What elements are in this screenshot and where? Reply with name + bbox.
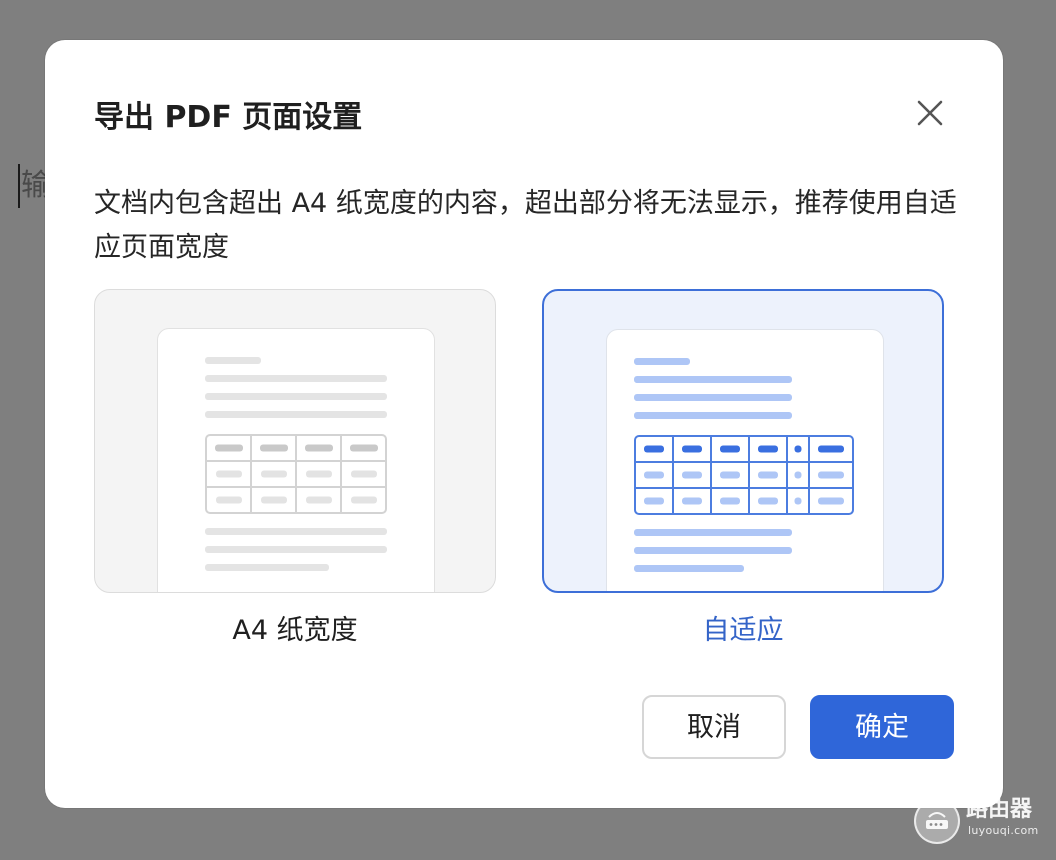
watermark-url: luyouqi.com: [968, 824, 1039, 837]
preview-heading-line: [634, 358, 690, 365]
preview-table: [205, 434, 387, 514]
option-card-adaptive[interactable]: [542, 289, 944, 593]
option-label-a4-width[interactable]: A4 纸宽度: [94, 612, 496, 650]
preview-text-line: [634, 547, 792, 554]
cancel-button[interactable]: 取消: [642, 695, 786, 759]
watermark: 路由器 luyouqi.com: [914, 796, 1046, 846]
option-label-adaptive[interactable]: 自适应: [542, 612, 944, 650]
export-pdf-dialog: 导出 PDF 页面设置 文档内包含超出 A4 纸宽度的内容，超出部分将无法显示，…: [45, 40, 1003, 808]
close-icon: [917, 100, 943, 126]
dialog-title: 导出 PDF 页面设置: [94, 100, 363, 135]
text-caret: [18, 164, 20, 208]
preview-text-line: [634, 412, 792, 419]
option-card-a4-width[interactable]: [94, 289, 496, 593]
preview-text-line: [205, 546, 387, 553]
dialog-message: 文档内包含超出 A4 纸宽度的内容，超出部分将无法显示，推荐使用自适应页面宽度: [94, 188, 957, 263]
close-button[interactable]: [909, 92, 951, 134]
preview-text-line: [205, 375, 387, 382]
preview-text-line: [205, 393, 387, 400]
page-preview-adaptive: [606, 329, 884, 591]
page-preview-a4: [157, 328, 435, 592]
preview-text-line: [634, 529, 792, 536]
preview-table: [634, 435, 854, 515]
preview-text-line: [634, 565, 744, 572]
preview-text-line: [634, 376, 792, 383]
preview-text-line: [205, 528, 387, 535]
preview-text-line: [634, 394, 792, 401]
watermark-title: 路由器: [966, 797, 1033, 822]
router-logo-icon: [914, 798, 960, 844]
preview-heading-line: [205, 357, 261, 364]
preview-text-line: [205, 564, 329, 571]
confirm-button[interactable]: 确定: [810, 695, 954, 759]
preview-text-line: [205, 411, 387, 418]
